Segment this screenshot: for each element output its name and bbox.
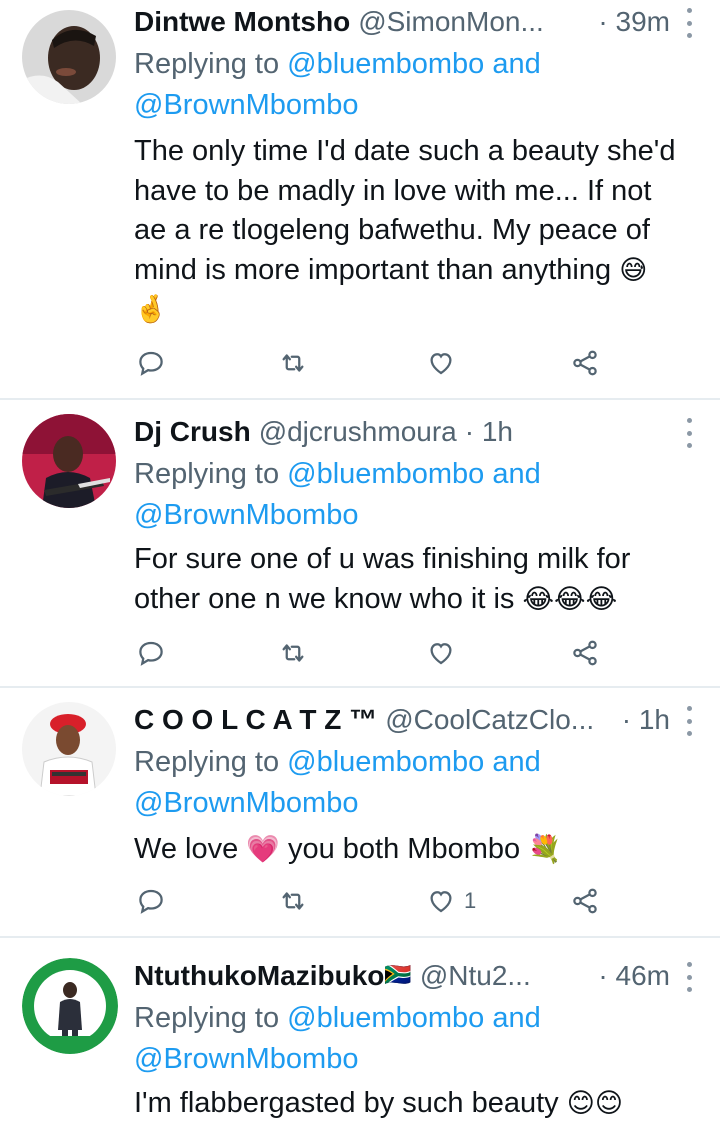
emoji: 😂😂😂 (522, 583, 618, 615)
tweet-2[interactable]: Dj Crush @djcrushmoura · 1h Replying to … (0, 400, 720, 686)
mention-link[interactable]: @bluembombo (287, 746, 484, 778)
avatar[interactable] (22, 958, 118, 1054)
mention-link[interactable]: @bluembombo (287, 458, 484, 490)
tweet-header: NtuthukoMazibuko 🇿🇦 @Ntu2... · 46m (134, 956, 670, 996)
mention-link[interactable]: @bluembombo (287, 1002, 484, 1034)
reply-button[interactable] (136, 343, 166, 383)
user-handle[interactable]: @CoolCatzClo... (385, 700, 594, 740)
timestamp[interactable]: · 1h (616, 700, 670, 740)
share-icon (573, 888, 597, 914)
share-button[interactable] (570, 343, 600, 383)
tweet-header: Dintwe Montsho @SimonMon... · 39m (134, 2, 670, 42)
reply-icon (139, 889, 163, 914)
timestamp[interactable]: · 39m (592, 2, 670, 42)
tweet-text: For sure one of u was finishing milk for… (134, 543, 631, 615)
mention-link[interactable]: @bluembombo (287, 48, 484, 80)
tweet-actions (134, 633, 614, 673)
like-button[interactable]: 1 (426, 881, 476, 921)
display-name[interactable]: NtuthukoMazibuko (134, 956, 384, 996)
replying-to: Replying to @bluembombo and @BrownMbombo (134, 48, 541, 121)
like-button[interactable] (426, 633, 456, 673)
avatar[interactable] (22, 702, 116, 796)
retweet-button[interactable] (278, 881, 308, 921)
retweet-button[interactable] (278, 633, 308, 673)
user-handle[interactable]: @djcrushmoura (259, 412, 457, 452)
timestamp[interactable]: · 46m (592, 956, 670, 996)
emoji: 🤞 (134, 294, 168, 325)
heart-icon (430, 643, 452, 665)
mention-link[interactable]: @BrownMbombo (134, 787, 358, 819)
tweet-actions (134, 343, 614, 383)
reply-button[interactable] (136, 881, 166, 921)
user-handle[interactable]: @Ntu2... (420, 956, 531, 996)
heart-icon (430, 891, 452, 913)
tweet-text: We love 💗 you both Mbombo 💐 (134, 833, 562, 865)
display-name[interactable]: C O O L C A T Z ™ (134, 700, 377, 740)
reply-icon (139, 351, 163, 376)
avatar[interactable] (22, 10, 116, 104)
emoji: 😊😊 (566, 1088, 624, 1119)
tweet-actions: 1 (134, 881, 614, 921)
more-icon[interactable] (684, 706, 694, 736)
share-icon (573, 640, 597, 666)
tweet-4[interactable]: NtuthukoMazibuko 🇿🇦 @Ntu2... · 46m Reply… (0, 938, 720, 1132)
tweet-text: I'm flabbergasted by such beauty 😊😊 (134, 1087, 624, 1119)
replying-to: Replying to @bluembombo and @BrownMbombo (134, 1002, 541, 1075)
emoji: 💐 (528, 834, 562, 865)
reply-button[interactable] (136, 633, 166, 673)
heart-icon (430, 353, 452, 375)
timestamp[interactable]: · 1h (465, 412, 513, 452)
reply-icon (139, 641, 163, 666)
tweet-3[interactable]: C O O L C A T Z ™ @CoolCatzClo... · 1h R… (0, 688, 720, 936)
tweet-header: C O O L C A T Z ™ @CoolCatzClo... · 1h (134, 700, 670, 740)
display-name[interactable]: Dintwe Montsho (134, 2, 350, 42)
emoji: 💗 (246, 834, 280, 865)
user-handle[interactable]: @SimonMon... (358, 2, 544, 42)
tweet-text: The only time I'd date such a beauty she… (134, 135, 676, 325)
retweet-button[interactable] (278, 343, 308, 383)
mention-link[interactable]: @BrownMbombo (134, 499, 358, 531)
mention-link[interactable]: @BrownMbombo (134, 89, 358, 121)
tweet-1[interactable]: Dintwe Montsho @SimonMon... · 39m Replyi… (0, 0, 720, 398)
retweet-icon (282, 892, 304, 910)
share-button[interactable] (570, 633, 600, 673)
avatar[interactable] (22, 414, 116, 508)
retweet-icon (282, 354, 304, 372)
retweet-icon (282, 644, 304, 662)
more-icon[interactable] (684, 418, 694, 448)
share-icon (573, 350, 597, 376)
like-count: 1 (464, 888, 477, 913)
replying-to: Replying to @bluembombo and @BrownMbombo (134, 458, 541, 531)
flag-emoji: 🇿🇦 (384, 963, 412, 988)
tweet-header: Dj Crush @djcrushmoura · 1h (134, 412, 670, 452)
share-button[interactable] (570, 881, 600, 921)
display-name[interactable]: Dj Crush (134, 412, 251, 452)
emoji: 😅 (619, 254, 648, 286)
like-button[interactable] (426, 343, 456, 383)
replying-to: Replying to @bluembombo and @BrownMbombo (134, 746, 541, 819)
more-icon[interactable] (684, 962, 694, 992)
more-icon[interactable] (684, 8, 694, 38)
mention-link[interactable]: @BrownMbombo (134, 1043, 358, 1075)
